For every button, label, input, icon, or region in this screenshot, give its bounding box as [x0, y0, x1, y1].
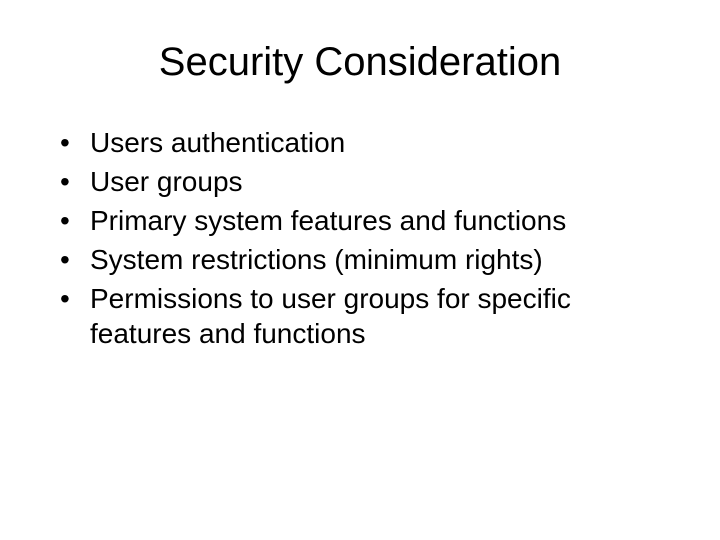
list-item: System restrictions (minimum rights): [60, 242, 670, 277]
list-item: Users authentication: [60, 125, 670, 160]
bullet-list: Users authentication User groups Primary…: [50, 125, 670, 351]
list-item: User groups: [60, 164, 670, 199]
list-item: Primary system features and functions: [60, 203, 670, 238]
slide-title: Security Consideration: [50, 40, 670, 85]
slide: Security Consideration Users authenticat…: [0, 0, 720, 540]
list-item: Permissions to user groups for specific …: [60, 281, 670, 351]
